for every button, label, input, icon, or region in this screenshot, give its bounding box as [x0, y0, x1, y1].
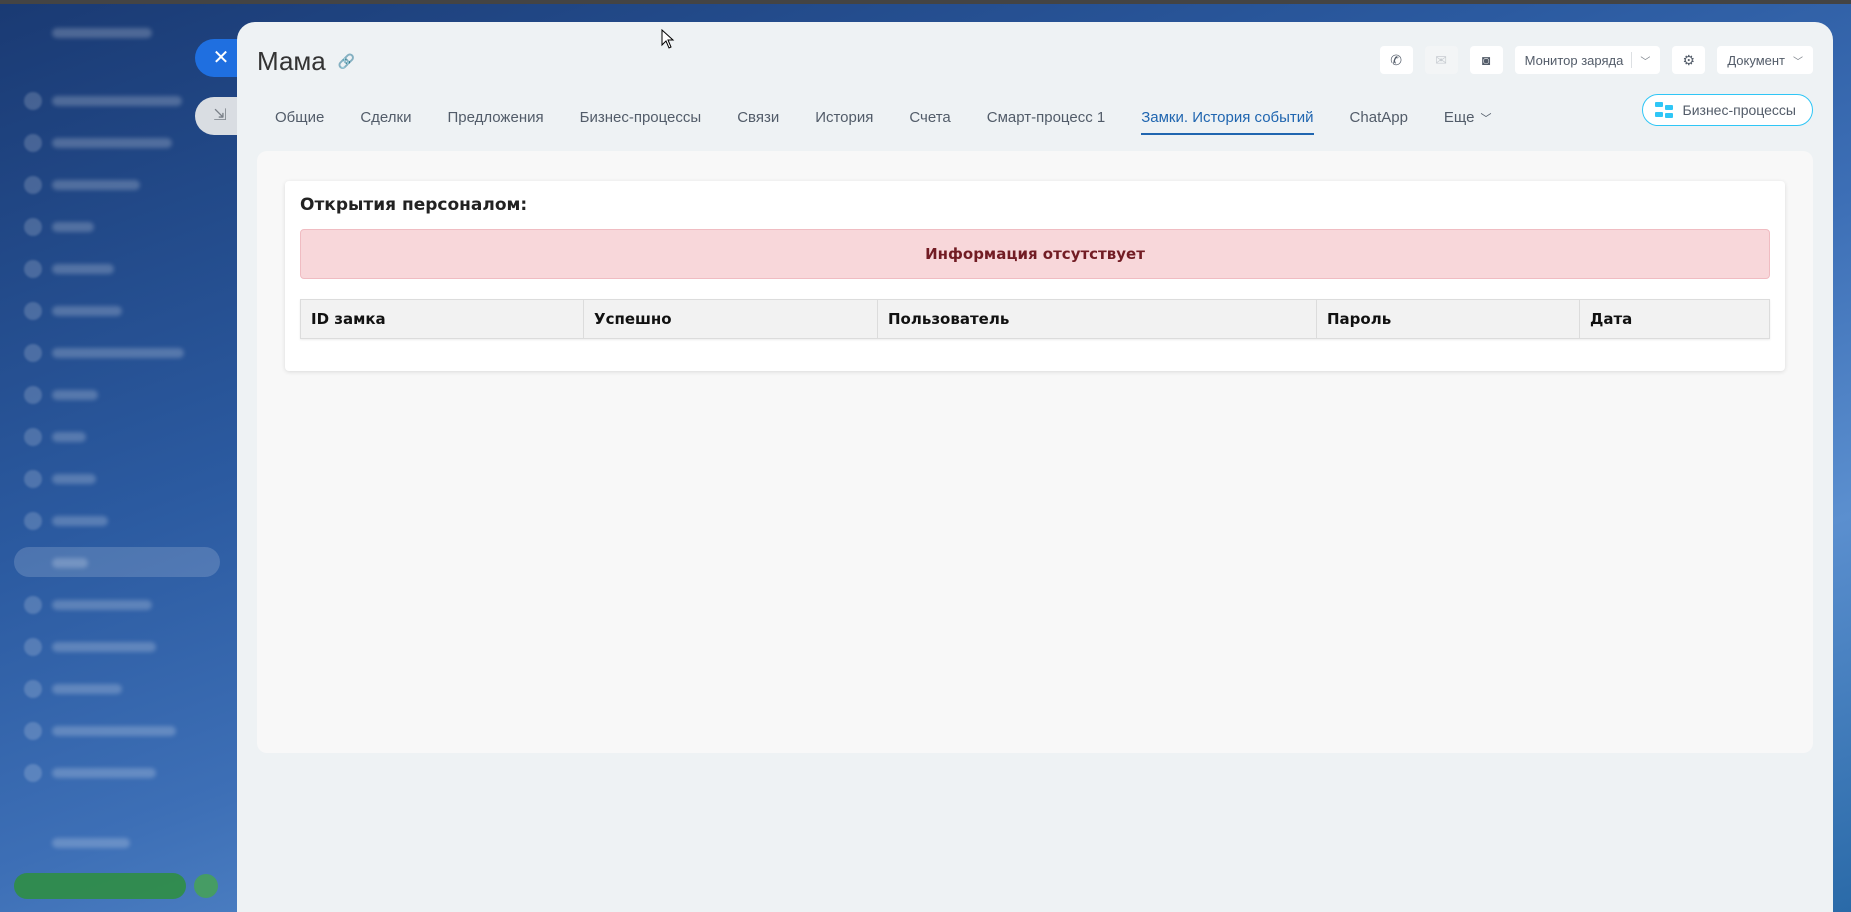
column-header-lock-id[interactable]: ID замка — [301, 300, 584, 338]
tab-more[interactable]: Еще ﹀ — [1426, 101, 1510, 135]
close-icon: ✕ — [212, 47, 230, 69]
bg-sidebar-item — [52, 390, 98, 400]
column-header-success[interactable]: Успешно — [584, 300, 878, 338]
browser-top-strip — [0, 0, 1851, 4]
chat-icon: ◙ — [1481, 52, 1491, 68]
business-processes-button[interactable]: Бизнес-процессы — [1641, 94, 1813, 126]
gear-icon: ⚙ — [1682, 51, 1696, 68]
minimize-icon: ⇲ — [213, 107, 227, 124]
bg-sidebar-item — [52, 642, 156, 652]
bg-sidebar-item — [52, 600, 152, 610]
entity-slider-panel: Мама 🔗 ✆ ✉ ◙ Монитор заряда ﹀ ⚙ Документ… — [237, 22, 1833, 912]
bg-sidebar-item — [52, 222, 94, 232]
monitor-dropdown[interactable]: Монитор заряда ﹀ — [1514, 46, 1661, 74]
tab-more-label: Еще — [1443, 109, 1475, 126]
bg-sidebar-item — [52, 96, 182, 106]
bg-sidebar-dot — [24, 596, 42, 614]
bg-sidebar-item — [52, 306, 122, 316]
bg-green-button — [14, 873, 186, 899]
bg-sidebar-dot — [24, 134, 42, 152]
page-title: Мама — [257, 46, 326, 76]
column-header-password[interactable]: Пароль — [1317, 300, 1580, 338]
bg-sidebar-dot — [24, 638, 42, 656]
tab-history[interactable]: История — [797, 101, 891, 135]
tab-invoices[interactable]: Счета — [891, 101, 968, 135]
bg-sidebar-item — [52, 768, 156, 778]
tab-chatapp[interactable]: ChatApp — [1332, 101, 1426, 135]
settings-button[interactable]: ⚙ — [1672, 46, 1706, 74]
bg-sidebar-dot — [24, 428, 42, 446]
page-title-row: Мама 🔗 — [257, 46, 355, 77]
bg-sidebar-active-item — [14, 547, 220, 577]
bg-sidebar-dot — [24, 722, 42, 740]
business-processes-label: Бизнес-процессы — [1682, 102, 1796, 118]
bg-sidebar-dot — [24, 260, 42, 278]
column-header-user[interactable]: Пользователь — [878, 300, 1317, 338]
bg-sidebar-item — [52, 838, 130, 848]
bg-sidebar-item — [52, 558, 88, 568]
background-sidebar — [0, 0, 236, 912]
card-title: Открытия персоналом: — [300, 195, 528, 215]
bg-sidebar-dot — [24, 470, 42, 488]
tab-general[interactable]: Общие — [275, 101, 342, 135]
email-button[interactable]: ✉ — [1424, 46, 1458, 74]
link-icon[interactable]: 🔗 — [338, 53, 355, 70]
bg-print-icon — [194, 874, 218, 898]
column-header-date[interactable]: Дата — [1580, 300, 1769, 338]
bg-sidebar-dot — [24, 512, 42, 530]
bg-sidebar-dot — [24, 764, 42, 782]
bg-sidebar-dot — [24, 176, 42, 194]
tab-business-processes[interactable]: Бизнес-процессы — [562, 101, 720, 135]
call-button[interactable]: ✆ — [1379, 46, 1413, 74]
lock-openings-card: Открытия персоналом: Информация отсутств… — [285, 181, 1785, 371]
bg-sidebar-item — [52, 474, 96, 484]
bg-sidebar-dot — [24, 218, 42, 236]
bg-sidebar-item — [52, 138, 172, 148]
chevron-down-icon: ﹀ — [1480, 113, 1492, 125]
chat-button[interactable]: ◙ — [1469, 46, 1503, 74]
bg-sidebar-item — [52, 180, 140, 190]
business-process-icon — [1654, 102, 1673, 118]
phone-icon: ✆ — [1390, 51, 1403, 68]
document-dropdown[interactable]: Документ ﹀ — [1717, 46, 1813, 74]
tab-bar: Общие Сделки Предложения Бизнес-процессы… — [275, 101, 1509, 135]
bg-sidebar-dot — [24, 344, 42, 362]
tab-content-area: Открытия персоналом: Информация отсутств… — [257, 151, 1813, 753]
close-slider-button[interactable]: ✕ — [195, 39, 241, 77]
bg-sidebar-item — [52, 432, 86, 442]
tab-links[interactable]: Связи — [719, 101, 797, 135]
tab-deals[interactable]: Сделки — [342, 101, 429, 135]
chevron-down-icon: ﹀ — [1640, 56, 1651, 68]
document-dropdown-label: Документ — [1727, 52, 1785, 68]
bg-sidebar-dot — [24, 386, 42, 404]
chevron-down-icon: ﹀ — [1793, 56, 1803, 68]
bg-sidebar-item — [52, 726, 176, 736]
tab-offers[interactable]: Предложения — [429, 101, 561, 135]
no-data-alert: Информация отсутствует — [300, 229, 1770, 279]
minimize-slider-button[interactable]: ⇲ — [195, 97, 241, 135]
tab-smart-process[interactable]: Смарт-процесс 1 — [969, 101, 1123, 135]
header-actions: ✆ ✉ ◙ Монитор заряда ﹀ ⚙ Документ ﹀ — [1379, 46, 1813, 74]
dropdown-divider — [1631, 52, 1633, 68]
bg-sidebar-dot — [24, 302, 42, 320]
bg-sidebar-item — [52, 264, 114, 274]
bg-sidebar-dot — [24, 92, 42, 110]
bg-sidebar-item — [52, 516, 108, 526]
bg-sidebar-dot — [24, 680, 42, 698]
monitor-dropdown-label: Монитор заряда — [1524, 52, 1624, 68]
bg-sidebar-item — [52, 28, 152, 38]
mouse-cursor-icon — [661, 29, 675, 49]
events-table-header: ID замка Успешно Пользователь Пароль Дат… — [300, 299, 1770, 339]
bg-sidebar-item — [52, 684, 122, 694]
mail-icon: ✉ — [1435, 51, 1448, 68]
bg-sidebar-item — [52, 348, 184, 358]
tab-lock-events[interactable]: Замки. История событий — [1123, 101, 1331, 135]
